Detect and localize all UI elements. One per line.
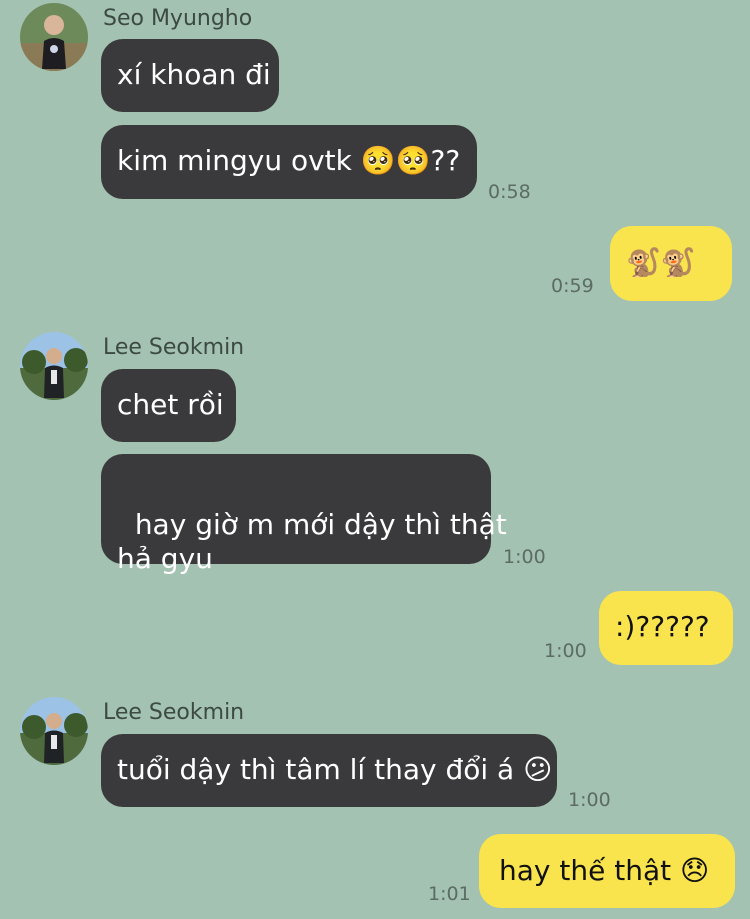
message-timestamp: 0:59: [551, 275, 594, 297]
message-bubble[interactable]: :)?????: [599, 591, 733, 665]
avatar-lee-seokmin[interactable]: [20, 332, 88, 400]
message-text: 🐒🐒: [626, 246, 696, 279]
message-text: :)?????: [615, 610, 710, 643]
message-timestamp: 1:00: [503, 546, 546, 568]
message-bubble[interactable]: kim mingyu ovtk 🥺🥺??: [101, 125, 477, 199]
message-text: hay giờ m mới dậy thì thật hả gyu: [117, 508, 507, 575]
avatar-lee-seokmin[interactable]: [20, 697, 88, 765]
message-bubble[interactable]: hay giờ m mới dậy thì thật hả gyu: [101, 454, 507, 575]
message-bubble[interactable]: tuổi dậy thì tâm lí thay đổi á 😕: [101, 734, 557, 807]
sender-name: Seo Myungho: [103, 6, 253, 31]
avatar-seo-myungho[interactable]: [20, 3, 88, 71]
message-bubble[interactable]: xí khoan đi: [101, 39, 279, 112]
message-bubble[interactable]: hay thế thật 😞: [479, 834, 735, 908]
message-timestamp: 1:00: [544, 640, 587, 662]
message-text: kim mingyu ovtk 🥺🥺??: [117, 144, 461, 177]
message-bubble[interactable]: 🐒🐒: [610, 226, 732, 301]
message-text: xí khoan đi: [117, 58, 271, 91]
message-timestamp: 0:58: [488, 181, 531, 203]
message-text: chet rồi: [117, 388, 224, 421]
message-bubble[interactable]: chet rồi: [101, 369, 236, 442]
message-timestamp: 1:00: [568, 789, 611, 811]
message-text: tuổi dậy thì tâm lí thay đổi á 😕: [117, 753, 553, 786]
sender-name: Lee Seokmin: [103, 335, 245, 360]
message-text: hay thế thật 😞: [499, 854, 710, 887]
sender-name: Lee Seokmin: [103, 700, 245, 725]
message-timestamp: 1:01: [428, 883, 471, 905]
